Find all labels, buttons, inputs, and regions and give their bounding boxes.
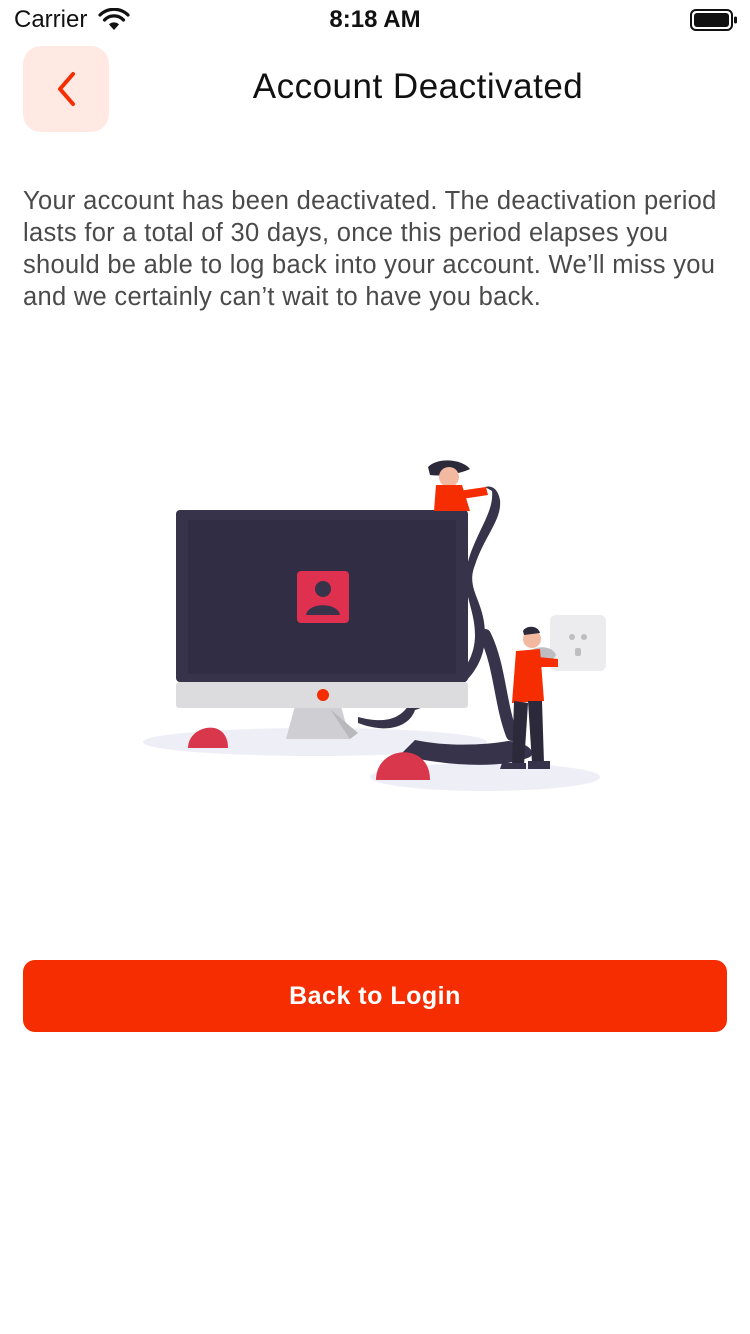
status-bar: Carrier 8:18 AM <box>0 0 750 40</box>
back-to-login-button[interactable]: Back to Login <box>23 960 727 1032</box>
page-title: Account Deactivated <box>252 67 584 106</box>
battery-icon <box>690 9 737 31</box>
status-time: 8:18 AM <box>329 6 421 33</box>
back-button[interactable] <box>23 46 109 132</box>
chevron-left-icon <box>58 72 75 106</box>
deactivation-message: Your account has been deactivated. The d… <box>23 187 717 311</box>
monitor-unplugged-illustration <box>143 460 606 791</box>
